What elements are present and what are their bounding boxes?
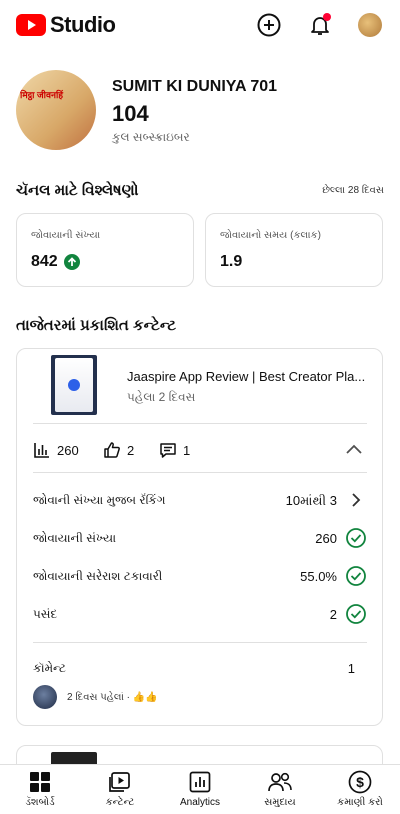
card-divider	[33, 642, 367, 643]
likes-mini-stat: 2	[103, 441, 134, 459]
account-avatar[interactable]	[358, 13, 382, 37]
views-row-label: જોવાયાની સંખ્યા	[33, 531, 117, 545]
nav-content-label: કન્ટેન્ટ	[105, 797, 135, 808]
video-thumbnail[interactable]	[51, 355, 97, 415]
comments-row[interactable]: કૉમેન્ટ 1	[33, 657, 367, 679]
app-brand-label: Studio	[50, 12, 116, 37]
video-thumbnail	[51, 752, 97, 764]
community-icon	[268, 772, 292, 792]
views-row-value: 260	[315, 531, 337, 546]
bar-chart-icon	[34, 443, 49, 458]
video-title[interactable]: Jaaspire App Review | Best Creator Pla..…	[127, 369, 371, 384]
latest-comment-text: 2 દિવસ પહેલાં · 👍👍	[67, 691, 158, 703]
nav-earn[interactable]: $ કમાણી કરો	[320, 770, 400, 808]
youtube-logo-icon	[16, 14, 46, 36]
comments-label: કૉમેન્ટ	[33, 661, 67, 675]
nav-community-label: સમુદાય	[264, 797, 296, 808]
likes-mini-value: 2	[127, 442, 135, 458]
comments-mini-stat: 1	[159, 441, 190, 459]
avg-percent-label: જોવાયાની સરેરાશ ટકાવારી	[33, 569, 163, 583]
avatar-text: मिट्ठा जीवनहिं	[20, 90, 64, 100]
video-date: પહેલા 2 દિવસ	[127, 390, 196, 404]
nav-community[interactable]: સમુદાય	[240, 770, 320, 808]
comments-count: 1	[347, 661, 355, 676]
analytics-period: છેલ્લા 28 દિવસ	[322, 185, 384, 196]
views-stat-label: જોવાયાની સંખ્યા	[31, 230, 101, 241]
svg-text:$: $	[356, 774, 364, 790]
check-circle-icon	[346, 604, 366, 624]
ranking-label: જોવાની સંખ્યા મુજબ રૅંકિંગ	[33, 493, 166, 507]
comments-mini-value: 1	[183, 442, 191, 458]
channel-name: SUMIT KI DUNIYA 701	[112, 78, 278, 95]
subscriber-count: 104	[112, 101, 149, 126]
commenter-avatar	[33, 685, 57, 709]
create-plus-icon[interactable]	[256, 12, 282, 38]
avg-percent-value: 55.0%	[300, 569, 337, 584]
subscriber-count-label: કુલ સબ્સ્ક્રાઇબર	[112, 130, 190, 144]
content-icon	[109, 772, 130, 792]
chevron-up-icon[interactable]	[345, 442, 363, 456]
chevron-right-icon	[352, 493, 361, 507]
watch-time-stat-card[interactable]: જોવાયાનો સમય (કલાક) 1.9	[205, 213, 383, 287]
notification-dot	[323, 13, 331, 21]
latest-content-section-title: તાજેતરમાં પ્રકાશિત કન્ટેન્ટ	[16, 317, 177, 334]
views-mini-value: 260	[57, 442, 79, 458]
views-stat-card[interactable]: જોવાયાની સંખ્યા 842	[16, 213, 194, 287]
card-divider	[33, 472, 367, 473]
dashboard-content[interactable]: ચૅનલ માટે વિશ્લેષણો છેલ્લા 28 દિવસ જોવાય…	[0, 174, 400, 764]
notifications-bell-icon[interactable]	[307, 12, 333, 38]
watch-time-stat-label: જોવાયાનો સમય (કલાક)	[220, 230, 321, 241]
bottom-navigation: ડૅશબોર્ડ કન્ટેન્ટ Analytics સમુદાય $ કમા…	[0, 764, 400, 814]
channel-header: मिट्ठा जीवनहिं SUMIT KI DUNIYA 701 104 ક…	[0, 50, 400, 174]
top-bar: Studio	[0, 0, 400, 50]
check-circle-icon	[346, 566, 366, 586]
comment-icon	[160, 443, 176, 458]
thumbs-up-icon	[104, 442, 120, 458]
likes-row-label: પસંદ	[33, 607, 58, 621]
nav-earn-label: કમાણી કરો	[337, 797, 383, 808]
dashboard-icon	[30, 772, 50, 792]
youtube-studio-logo[interactable]: Studio	[16, 12, 116, 38]
avg-percent-row: જોવાયાની સરેરાશ ટકાવારી 55.0%	[33, 565, 367, 587]
analytics-icon	[189, 771, 211, 793]
analytics-section-title: ચૅનલ માટે વિશ્લેષણો	[16, 182, 139, 199]
likes-row: પસંદ 2	[33, 603, 367, 625]
views-stat-value: 842	[31, 253, 80, 271]
nav-dashboard-label: ડૅશબોર્ડ	[25, 797, 55, 808]
ranking-value: 10માંથી 3	[285, 493, 337, 508]
nav-dashboard[interactable]: ડૅશબોર્ડ	[0, 770, 80, 808]
nav-analytics[interactable]: Analytics	[160, 770, 240, 808]
latest-content-card: Jaaspire App Review | Best Creator Pla..…	[16, 348, 383, 726]
views-mini-stat: 260	[33, 441, 79, 459]
views-row: જોવાયાની સંખ્યા 260	[33, 527, 367, 549]
channel-avatar[interactable]: मिट्ठा जीवनहिं	[16, 70, 96, 150]
check-circle-icon	[346, 528, 366, 548]
trend-up-icon	[63, 254, 80, 270]
nav-content[interactable]: કન્ટેન્ટ	[80, 770, 160, 808]
earn-icon: $	[348, 770, 372, 794]
nav-analytics-label: Analytics	[179, 797, 220, 808]
card-divider	[33, 423, 367, 424]
ranking-row[interactable]: જોવાની સંખ્યા મુજબ રૅંકિંગ 10માંથી 3	[33, 489, 367, 511]
likes-row-value: 2	[329, 607, 337, 622]
watch-time-stat-value: 1.9	[220, 253, 243, 270]
views-value-text: 842	[31, 253, 58, 270]
next-content-card[interactable]	[16, 745, 383, 764]
latest-comment[interactable]: 2 દિવસ પહેલાં · 👍👍	[33, 685, 158, 709]
